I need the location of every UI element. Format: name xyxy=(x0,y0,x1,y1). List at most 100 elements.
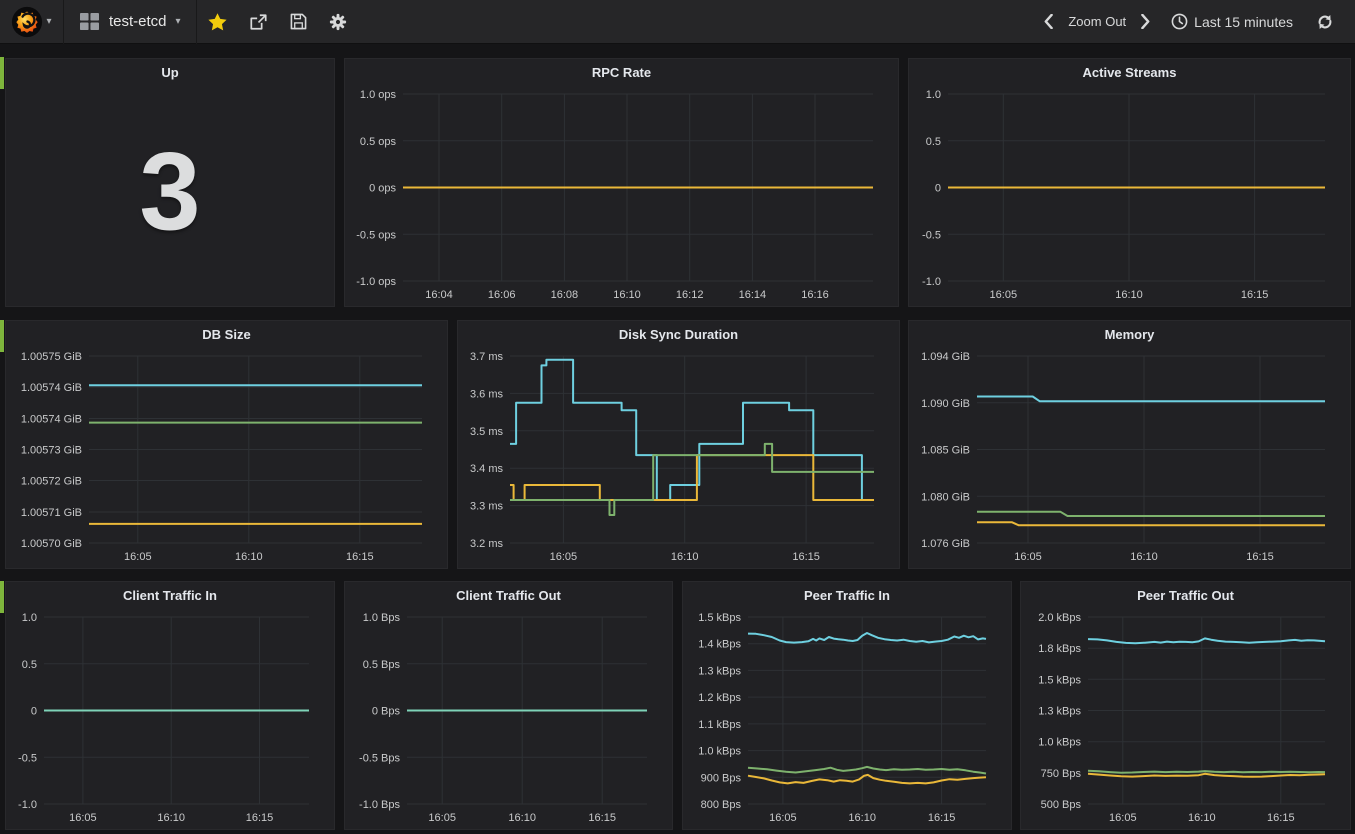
x-tick-label: 16:10 xyxy=(1188,812,1216,824)
x-tick-label: 16:10 xyxy=(613,289,641,301)
y-tick-label: 0.5 ops xyxy=(360,136,397,148)
x-tick-label: 16:10 xyxy=(1130,551,1158,563)
y-tick-label: -0.5 ops xyxy=(356,229,396,241)
chart-client-traffic-in[interactable]: 1.00.50-0.5-1.016:0516:1016:15 xyxy=(6,582,336,831)
y-tick-label: 3.3 ms xyxy=(470,501,504,513)
panel-title-peer-traffic-out[interactable]: Peer Traffic Out xyxy=(1021,582,1350,609)
panel-title-rpc-rate[interactable]: RPC Rate xyxy=(345,59,898,86)
share-icon xyxy=(249,13,268,31)
chart-active-streams[interactable]: 1.00.50-0.5-1.016:0516:1016:15 xyxy=(909,59,1352,308)
time-forward-button[interactable] xyxy=(1132,0,1159,44)
row-toggle-3[interactable] xyxy=(0,581,4,613)
dashboard-title: test-etcd xyxy=(109,13,167,30)
chart-peer-traffic-in[interactable]: 1.5 kBps1.4 kBps1.3 kBps1.2 kBps1.1 kBps… xyxy=(683,582,1013,831)
y-tick-label: 1.4 kBps xyxy=(698,639,741,651)
chart-rpc-rate[interactable]: 1.0 ops0.5 ops0 ops-0.5 ops-1.0 ops16:04… xyxy=(345,59,900,308)
chart-db-size[interactable]: 1.00575 GiB1.00574 GiB1.00574 GiB1.00573… xyxy=(6,321,449,570)
y-tick-label: 0 ops xyxy=(369,183,396,195)
settings-button[interactable] xyxy=(318,0,358,44)
y-tick-label: -1.0 Bps xyxy=(359,799,400,811)
panel-client-traffic-in: 1.00.50-0.5-1.016:0516:1016:15Client Tra… xyxy=(5,581,335,830)
dashboard-grid-icon xyxy=(79,12,100,31)
y-tick-label: 2.0 kBps xyxy=(1038,612,1081,624)
dashboard: Up31.0 ops0.5 ops0 ops-0.5 ops-1.0 ops16… xyxy=(0,44,1355,834)
y-tick-label: 1.0 ops xyxy=(360,89,397,101)
x-tick-label: 16:15 xyxy=(928,812,956,824)
panel-disk-sync-duration: 3.7 ms3.6 ms3.5 ms3.4 ms3.3 ms3.2 ms16:0… xyxy=(457,320,900,569)
y-tick-label: 0 Bps xyxy=(372,706,401,718)
dashboard-picker[interactable]: test-etcd ▾ xyxy=(64,0,197,44)
series-yellow xyxy=(748,775,986,784)
x-tick-label: 16:05 xyxy=(69,812,97,824)
panel-title-client-traffic-out[interactable]: Client Traffic Out xyxy=(345,582,672,609)
x-tick-label: 16:05 xyxy=(769,812,797,824)
panel-title-active-streams[interactable]: Active Streams xyxy=(909,59,1350,86)
y-tick-label: 1.3 kBps xyxy=(698,665,741,677)
series-yellow xyxy=(510,455,874,500)
chart-disk-sync-duration[interactable]: 3.7 ms3.6 ms3.5 ms3.4 ms3.3 ms3.2 ms16:0… xyxy=(458,321,901,570)
chart-memory[interactable]: 1.094 GiB1.090 GiB1.085 GiB1.080 GiB1.07… xyxy=(909,321,1352,570)
caret-down-icon: ▾ xyxy=(176,17,181,27)
x-tick-label: 16:15 xyxy=(792,551,820,563)
refresh-button[interactable] xyxy=(1305,0,1345,44)
time-range-label: Last 15 minutes xyxy=(1194,14,1293,30)
x-tick-label: 16:05 xyxy=(990,289,1018,301)
series-green xyxy=(748,767,986,774)
y-tick-label: 3.7 ms xyxy=(470,351,504,363)
x-tick-label: 16:10 xyxy=(235,551,263,563)
star-button[interactable] xyxy=(197,0,238,44)
x-tick-label: 16:15 xyxy=(246,812,274,824)
panel-title-peer-traffic-in[interactable]: Peer Traffic In xyxy=(683,582,1011,609)
panel-peer-traffic-in: 1.5 kBps1.4 kBps1.3 kBps1.2 kBps1.1 kBps… xyxy=(682,581,1012,830)
x-tick-label: 16:04 xyxy=(425,289,453,301)
panel-title-db-size[interactable]: DB Size xyxy=(6,321,447,348)
x-tick-label: 16:10 xyxy=(1115,289,1143,301)
time-back-button[interactable] xyxy=(1035,0,1062,44)
y-tick-label: 1.00575 GiB xyxy=(21,351,82,363)
y-tick-label: 0 xyxy=(935,183,941,195)
refresh-icon xyxy=(1316,13,1334,31)
panel-client-traffic-out: 1.0 Bps0.5 Bps0 Bps-0.5 Bps-1.0 Bps16:05… xyxy=(344,581,673,830)
panel-up: Up 3 xyxy=(5,58,335,307)
panel-title-up[interactable]: Up xyxy=(6,59,334,86)
chart-peer-traffic-out[interactable]: 2.0 kBps1.8 kBps1.5 kBps1.3 kBps1.0 kBps… xyxy=(1021,582,1352,831)
grafana-logo-button[interactable]: ▾ xyxy=(0,0,64,44)
x-tick-label: 16:15 xyxy=(1241,289,1269,301)
series-blue xyxy=(977,397,1325,402)
zoom-out-button[interactable]: Zoom Out xyxy=(1062,0,1132,44)
y-tick-label: 3.2 ms xyxy=(470,538,504,550)
panel-title-memory[interactable]: Memory xyxy=(909,321,1350,348)
y-tick-label: 3.6 ms xyxy=(470,388,504,400)
y-tick-label: 900 Bps xyxy=(701,772,742,784)
x-tick-label: 16:05 xyxy=(124,551,152,563)
x-tick-label: 16:10 xyxy=(157,812,185,824)
x-tick-label: 16:05 xyxy=(1109,812,1137,824)
y-tick-label: -0.5 Bps xyxy=(359,752,400,764)
singlestat-value: 3 xyxy=(6,129,334,256)
save-icon xyxy=(290,13,307,30)
share-button[interactable] xyxy=(238,0,279,44)
series-yellow xyxy=(977,522,1325,525)
series-green xyxy=(977,512,1325,516)
row-toggle-2[interactable] xyxy=(0,320,4,352)
x-tick-label: 16:15 xyxy=(1267,812,1295,824)
chart-client-traffic-out[interactable]: 1.0 Bps0.5 Bps0 Bps-0.5 Bps-1.0 Bps16:05… xyxy=(345,582,674,831)
x-tick-label: 16:15 xyxy=(588,812,616,824)
y-tick-label: 500 Bps xyxy=(1041,799,1082,811)
y-tick-label: 1.00574 GiB xyxy=(21,382,82,394)
row-toggle-1[interactable] xyxy=(0,57,4,89)
y-tick-label: 1.0 kBps xyxy=(698,746,741,758)
panel-title-disk-sync-duration[interactable]: Disk Sync Duration xyxy=(458,321,899,348)
grafana-logo-icon xyxy=(11,6,43,38)
x-tick-label: 16:10 xyxy=(508,812,536,824)
x-tick-label: 16:15 xyxy=(346,551,374,563)
x-tick-label: 16:16 xyxy=(801,289,829,301)
y-tick-label: 1.00573 GiB xyxy=(21,445,82,457)
y-tick-label: 750 Bps xyxy=(1041,768,1082,780)
time-range-button[interactable]: Last 15 minutes xyxy=(1159,0,1305,44)
save-button[interactable] xyxy=(279,0,318,44)
x-tick-label: 16:10 xyxy=(848,812,876,824)
panel-title-client-traffic-in[interactable]: Client Traffic In xyxy=(6,582,334,609)
x-tick-label: 16:05 xyxy=(428,812,456,824)
y-tick-label: 1.0 Bps xyxy=(363,612,401,624)
